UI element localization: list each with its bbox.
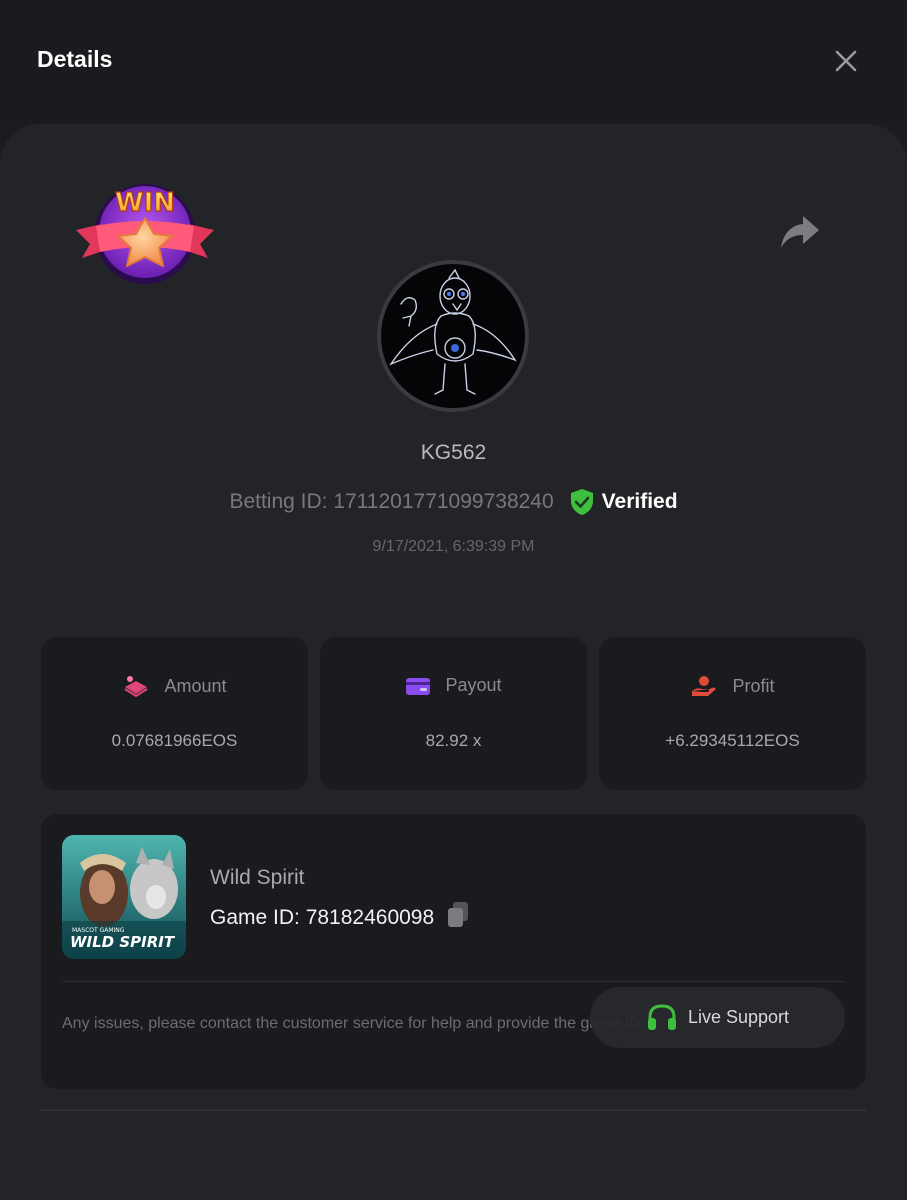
game-id: Game ID: 78182460098 [210, 905, 435, 929]
close-button[interactable] [830, 45, 862, 77]
game-thumbnail[interactable]: MASCOT GAMING WILD SPIRIT [62, 835, 186, 959]
live-support-label: Live Support [687, 1007, 790, 1027]
game-id-row: Game ID: 78182460098 [210, 901, 470, 934]
live-support-button[interactable]: Live Support [590, 987, 845, 1048]
amount-value: 0.07681966EOS [111, 731, 238, 750]
bird-mascot-icon [389, 268, 517, 395]
profit-card: Profit +6.29345112EOS [599, 637, 866, 790]
share-icon [781, 216, 819, 248]
payout-label: Payout [445, 675, 502, 695]
bet-timestamp: 9/17/2021, 6:39:39 PM [372, 538, 535, 555]
thumb-title: WILD SPIRIT [70, 933, 176, 951]
game-name: Wild Spirit [210, 866, 305, 889]
win-badge-text: WIN [115, 188, 175, 218]
username: KG562 [420, 441, 487, 464]
bottom-divider [41, 1109, 866, 1111]
win-badge: WIN [72, 178, 218, 288]
profit-label: Profit [732, 675, 775, 696]
verified-label: Verified [601, 490, 678, 513]
divider [62, 981, 845, 982]
support-note: Any issues, please contact the customer … [62, 1015, 646, 1032]
copy-button[interactable] [446, 901, 470, 934]
share-button[interactable] [776, 210, 824, 254]
amount-card: Amount 0.07681966EOS [41, 637, 308, 790]
betting-id: Betting ID: 1711201771099738240 [229, 490, 554, 513]
coins-icon [124, 676, 149, 697]
header: Details [0, 0, 907, 124]
shield-check-icon [570, 489, 593, 515]
hand-money-icon [692, 676, 717, 696]
betting-id-row: Betting ID: 1711201771099738240 Verified [0, 488, 907, 516]
wallet-icon [406, 677, 431, 695]
page-title: Details [37, 46, 113, 72]
amount-label: Amount [164, 675, 227, 696]
close-icon [835, 50, 857, 72]
avatar [377, 260, 529, 412]
headset-icon [647, 1003, 676, 1030]
verified-badge: Verified [570, 488, 678, 516]
copy-icon [448, 902, 469, 927]
profit-value: +6.29345112EOS [665, 731, 800, 750]
payout-card: Payout 82.92 x [320, 637, 587, 790]
payout-value: 82.92 x [425, 731, 482, 750]
